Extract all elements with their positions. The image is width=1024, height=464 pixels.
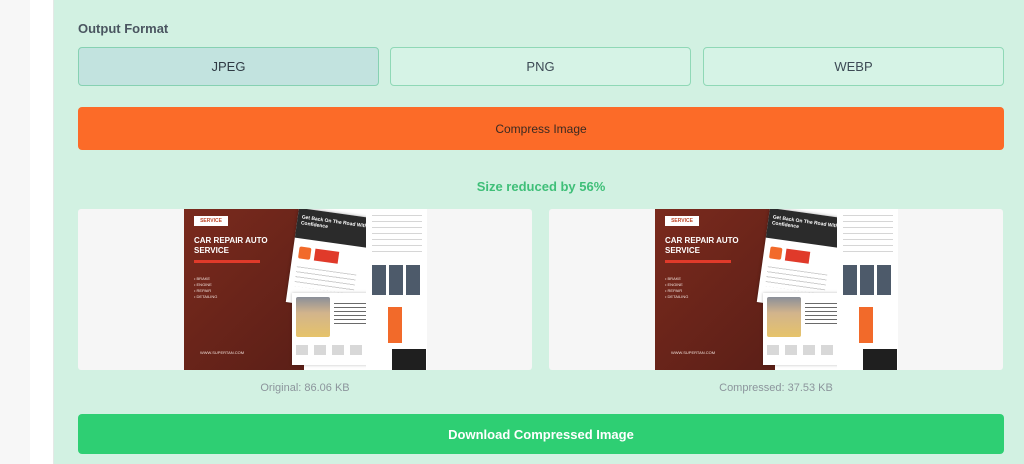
compressed-size-caption: Compressed: 37.53 KB: [719, 382, 833, 394]
flyer-url: WWW.SUPERTAN.COM: [200, 350, 245, 355]
original-size-caption: Original: 86.06 KB: [260, 382, 350, 394]
original-image-preview: SERVICE CAR REPAIR AUTO SERVICE • BRAKE …: [78, 209, 532, 370]
flyer-redline: [194, 260, 260, 263]
format-png-button[interactable]: PNG: [390, 47, 691, 86]
flyer-bullets: • BRAKE • ENGINE • REPAIR • DETAILING: [194, 276, 217, 300]
flyer-bullet: • DETAILING: [665, 294, 689, 299]
compress-image-button[interactable]: Compress Image: [78, 107, 1004, 150]
original-thumbnail: SERVICE CAR REPAIR AUTO SERVICE • BRAKE …: [184, 209, 427, 370]
output-format-label: Output Format: [78, 21, 169, 36]
size-reduction-text: Size reduced by 56%: [476, 179, 606, 194]
flyer-headline: CAR REPAIR AUTO SERVICE: [665, 236, 739, 255]
flyer-redline: [665, 260, 731, 263]
flyer-card-right: [837, 209, 898, 370]
flyer-tag: SERVICE: [665, 216, 699, 226]
flyer-card-right: [366, 209, 427, 370]
flyer-headline: CAR REPAIR AUTO SERVICE: [194, 236, 268, 255]
flyer-card-mechanic: [292, 293, 372, 365]
flyer-card-mechanic: [763, 293, 843, 365]
compressed-image-preview: SERVICE CAR REPAIR AUTO SERVICE • BRAKE …: [549, 209, 1003, 370]
download-compressed-button[interactable]: Download Compressed Image: [78, 414, 1004, 454]
flyer-tag: SERVICE: [194, 216, 228, 226]
flyer-bullets: • BRAKE • ENGINE • REPAIR • DETAILING: [665, 276, 688, 300]
compressor-panel: Output Format JPEG PNG WEBP Compress Ima…: [53, 0, 1024, 464]
compressed-thumbnail: SERVICE CAR REPAIR AUTO SERVICE • BRAKE …: [655, 209, 898, 370]
format-webp-button[interactable]: WEBP: [703, 47, 1004, 86]
format-jpeg-button[interactable]: JPEG: [78, 47, 379, 86]
flyer-bullet: • DETAILING: [194, 294, 218, 299]
left-gutter: [0, 0, 30, 464]
flyer-url: WWW.SUPERTAN.COM: [671, 350, 716, 355]
mechanic-photo: [296, 297, 330, 337]
mechanic-photo: [767, 297, 801, 337]
